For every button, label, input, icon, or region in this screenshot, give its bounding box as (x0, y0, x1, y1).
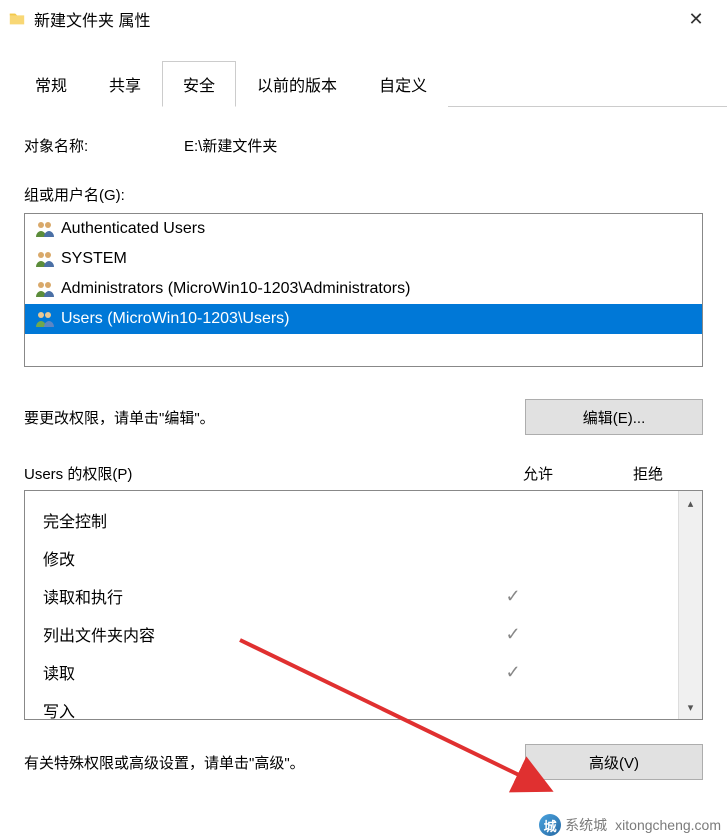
users-icon (35, 310, 55, 328)
deny-column-label: 拒绝 (593, 463, 703, 484)
allow-column-label: 允许 (483, 463, 593, 484)
perm-row: 列出文件夹内容 ✓ (43, 615, 678, 653)
list-item-label: SYSTEM (61, 250, 127, 268)
users-icon (35, 280, 55, 298)
object-label: 对象名称: (24, 135, 184, 156)
permissions-title: Users 的权限(P) (24, 463, 483, 484)
perm-row: 完全控制 (43, 501, 678, 539)
list-item-label: Authenticated Users (61, 220, 205, 238)
permissions-body: 完全控制 修改 读取和执行 ✓ 列出文件夹内容 ✓ 读取 ✓ (25, 491, 678, 719)
groups-label: 组或用户名(G): (24, 184, 703, 205)
object-value: E:\新建文件夹 (184, 135, 703, 156)
tab-strip: 常规 共享 安全 以前的版本 自定义 (14, 60, 727, 107)
tab-customize[interactable]: 自定义 (358, 61, 448, 107)
perm-name: 写入 (43, 698, 458, 719)
tab-sharing[interactable]: 共享 (88, 61, 162, 107)
check-icon: ✓ (458, 586, 568, 607)
title-bar: 新建文件夹 属性 ✕ (0, 0, 727, 38)
tab-content: 对象名称: E:\新建文件夹 组或用户名(G): Authenticated U… (0, 107, 727, 780)
watermark-brand: 系统城 (565, 815, 607, 835)
list-item[interactable]: Administrators (MicroWin10-1203\Administ… (25, 274, 702, 304)
users-icon (35, 250, 55, 268)
tab-security[interactable]: 安全 (162, 61, 236, 107)
scrollbar[interactable]: ▴ ▾ (678, 491, 702, 719)
check-icon: ✓ (458, 624, 568, 645)
perm-name: 读取和执行 (43, 584, 458, 608)
advanced-row: 有关特殊权限或高级设置，请单击"高级"。 高级(V) (24, 744, 703, 780)
list-item[interactable]: Users (MicroWin10-1203\Users) (25, 304, 702, 334)
folder-icon (8, 10, 26, 28)
scroll-up-icon[interactable]: ▴ (679, 491, 702, 515)
perm-name: 修改 (43, 546, 458, 570)
scroll-track[interactable] (679, 515, 702, 695)
check-icon: ✓ (458, 662, 568, 683)
object-row: 对象名称: E:\新建文件夹 (24, 135, 703, 156)
advanced-button[interactable]: 高级(V) (525, 744, 703, 780)
close-button[interactable]: ✕ (673, 9, 719, 30)
perm-row: 写入 (43, 691, 678, 719)
list-item[interactable]: Authenticated Users (25, 214, 702, 244)
list-item[interactable]: SYSTEM (25, 244, 702, 274)
perm-name: 列出文件夹内容 (43, 622, 458, 646)
edit-row: 要更改权限，请单击"编辑"。 编辑(E)... (24, 399, 703, 435)
advanced-hint: 有关特殊权限或高级设置，请单击"高级"。 (24, 752, 525, 773)
watermark: 城 系统城 xitongcheng.com (539, 814, 721, 836)
permissions-list: 完全控制 修改 读取和执行 ✓ 列出文件夹内容 ✓ 读取 ✓ (24, 490, 703, 720)
users-icon (35, 220, 55, 238)
watermark-url: xitongcheng.com (615, 817, 721, 833)
groups-list[interactable]: Authenticated Users SYSTEM Administrator… (24, 213, 703, 367)
edit-button[interactable]: 编辑(E)... (525, 399, 703, 435)
tab-general[interactable]: 常规 (14, 61, 88, 107)
tab-previous-versions[interactable]: 以前的版本 (236, 61, 358, 107)
perm-row: 修改 (43, 539, 678, 577)
window-title: 新建文件夹 属性 (34, 7, 673, 31)
permissions-header: Users 的权限(P) 允许 拒绝 (24, 463, 703, 484)
edit-hint: 要更改权限，请单击"编辑"。 (24, 407, 525, 428)
perm-name: 读取 (43, 660, 458, 684)
watermark-logo-icon: 城 (539, 814, 561, 836)
perm-row: 读取 ✓ (43, 653, 678, 691)
list-item-label: Administrators (MicroWin10-1203\Administ… (61, 280, 410, 298)
perm-name: 完全控制 (43, 508, 458, 532)
list-item-label: Users (MicroWin10-1203\Users) (61, 310, 290, 328)
scroll-down-icon[interactable]: ▾ (679, 695, 702, 719)
perm-row: 读取和执行 ✓ (43, 577, 678, 615)
